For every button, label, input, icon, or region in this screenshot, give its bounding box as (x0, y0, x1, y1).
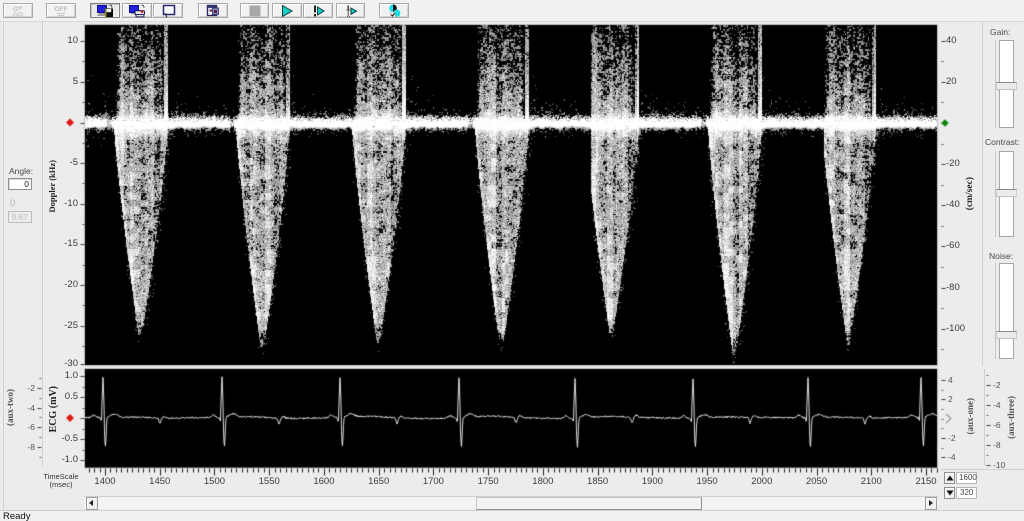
svg-text:GO: GO (13, 11, 23, 17)
svg-text:OFF: OFF (55, 6, 68, 13)
